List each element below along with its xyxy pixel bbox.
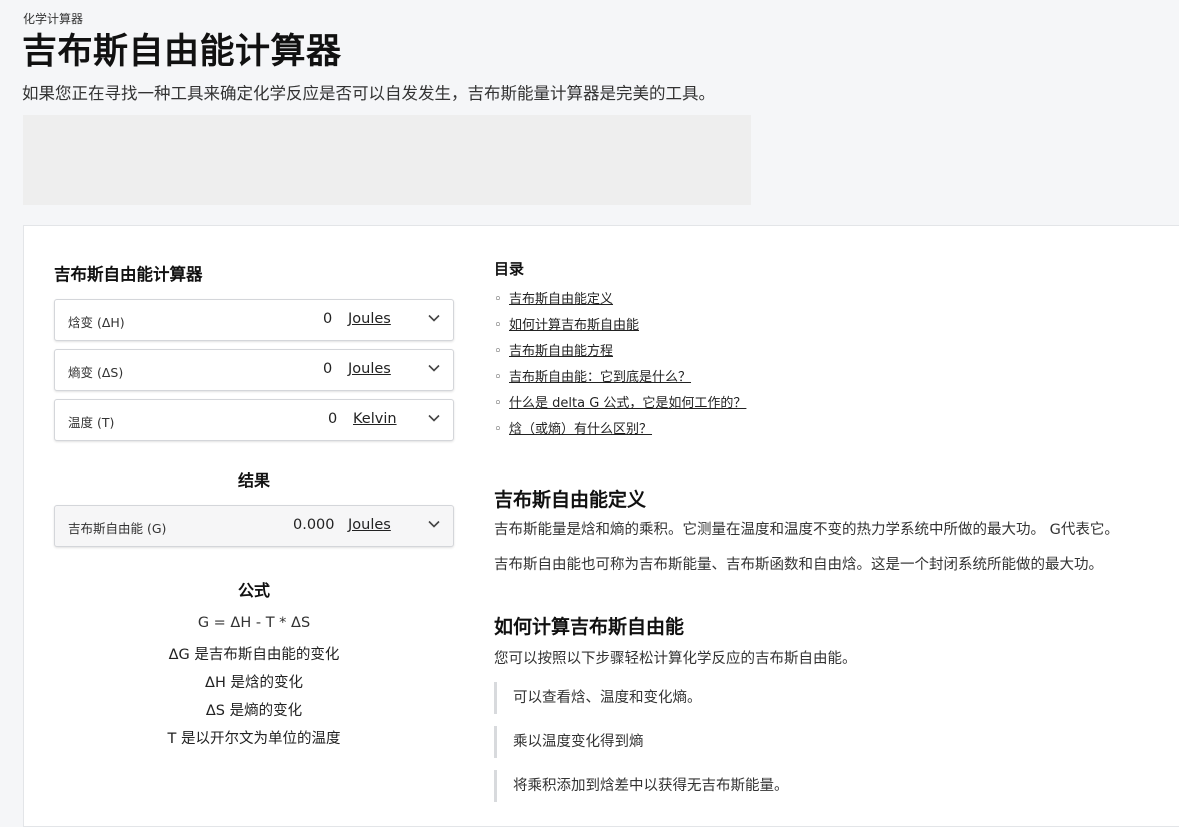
toc-item: 什么是 delta G 公式，它是如何工作的？	[494, 391, 1179, 417]
chevron-down-icon[interactable]	[427, 311, 441, 325]
article-content: 目录 吉布斯自由能定义 如何计算吉布斯自由能 吉布斯自由能方程 吉布斯自由能：它…	[494, 258, 1179, 814]
entropy-label: 熵变 (ΔS)	[68, 365, 124, 380]
content-card: 吉布斯自由能计算器 焓变 (ΔH) 0 Joules 熵变 (ΔS) 0 Jou…	[23, 225, 1179, 827]
formula-legend-item: ΔS 是熵的变化	[205, 703, 303, 719]
toc-title: 目录	[494, 260, 525, 278]
toc-link-difference[interactable]: 焓（或熵）有什么区别？	[509, 422, 652, 437]
formula-legend-item: T 是以开尔文为单位的温度	[167, 731, 341, 747]
result-field[interactable]: 吉布斯自由能 (G) 0.000 Joules	[54, 505, 454, 547]
result-heading: 结果	[237, 471, 270, 490]
entropy-field[interactable]: 熵变 (ΔS) 0 Joules	[54, 349, 454, 391]
chevron-down-icon[interactable]	[427, 411, 441, 425]
result-label: 吉布斯自由能 (G)	[68, 521, 167, 536]
enthalpy-label: 焓变 (ΔH)	[68, 315, 125, 330]
temperature-input[interactable]: 0	[328, 411, 337, 427]
result-unit-select[interactable]: Joules	[348, 517, 391, 533]
chevron-down-icon[interactable]	[427, 517, 441, 531]
formula-legend-item: ΔH 是焓的变化	[205, 675, 303, 691]
toc-item: 吉布斯自由能定义	[494, 287, 1179, 313]
howto-heading: 如何计算吉布斯自由能	[494, 616, 685, 638]
page-subtitle: 如果您正在寻找一种工具来确定化学反应是否可以自发发生，吉布斯能量计算器是完美的工…	[22, 84, 715, 103]
toc-link-how-to[interactable]: 如何计算吉布斯自由能	[509, 318, 639, 333]
toc-link-definition[interactable]: 吉布斯自由能定义	[509, 292, 613, 307]
toc-link-delta-g[interactable]: 什么是 delta G 公式，它是如何工作的？	[509, 396, 746, 411]
toc-link-equation[interactable]: 吉布斯自由能方程	[509, 344, 613, 359]
entropy-input[interactable]: 0	[323, 361, 332, 377]
entropy-unit-select[interactable]: Joules	[348, 361, 391, 377]
calculator-panel: 吉布斯自由能计算器 焓变 (ΔH) 0 Joules 熵变 (ΔS) 0 Jou…	[54, 261, 454, 753]
formula-expression: G = ΔH - T * ΔS	[197, 615, 311, 631]
enthalpy-input[interactable]: 0	[323, 311, 332, 327]
howto-step: 可以查看焓、温度和变化熵。	[494, 682, 1179, 714]
definition-paragraph: 吉布斯自由能也可称为吉布斯能量、吉布斯函数和自由焓。这是一个封闭系统所能做的最大…	[494, 557, 1103, 573]
result-value: 0.000	[293, 517, 335, 533]
temperature-label: 温度 (T)	[68, 415, 115, 430]
howto-step: 乘以温度变化得到熵	[494, 726, 1179, 758]
definition-paragraph: 吉布斯能量是焓和熵的乘积。它测量在温度和温度不变的热力学系统中所做的最大功。 G…	[494, 522, 1119, 538]
breadcrumb[interactable]: 化学计算器	[23, 10, 83, 27]
toc-item: 如何计算吉布斯自由能	[494, 313, 1179, 339]
formula-legend-item: ΔG 是吉布斯自由能的变化	[168, 647, 340, 663]
page-title: 吉布斯自由能计算器	[22, 32, 342, 72]
temperature-unit-select[interactable]: Kelvin	[353, 411, 397, 427]
formula-heading: 公式	[237, 581, 270, 600]
toc-item: 吉布斯自由能方程	[494, 339, 1179, 365]
temperature-field[interactable]: 温度 (T) 0 Kelvin	[54, 399, 454, 441]
enthalpy-unit-select[interactable]: Joules	[348, 311, 391, 327]
toc-item: 焓（或熵）有什么区别？	[494, 417, 1179, 443]
toc-item: 吉布斯自由能：它到底是什么？	[494, 365, 1179, 391]
chevron-down-icon[interactable]	[427, 361, 441, 375]
enthalpy-field[interactable]: 焓变 (ΔH) 0 Joules	[54, 299, 454, 341]
calculator-title: 吉布斯自由能计算器	[54, 265, 203, 284]
toc-link-what-is-it[interactable]: 吉布斯自由能：它到底是什么？	[509, 370, 691, 385]
definition-heading: 吉布斯自由能定义	[494, 489, 647, 511]
howto-step: 将乘积添加到焓差中以获得无吉布斯能量。	[494, 770, 1179, 802]
howto-intro: 您可以按照以下步骤轻松计算化学反应的吉布斯自由能。	[494, 651, 857, 667]
table-of-contents: 吉布斯自由能定义 如何计算吉布斯自由能 吉布斯自由能方程 吉布斯自由能：它到底是…	[494, 287, 1179, 443]
ad-placeholder	[23, 115, 751, 205]
